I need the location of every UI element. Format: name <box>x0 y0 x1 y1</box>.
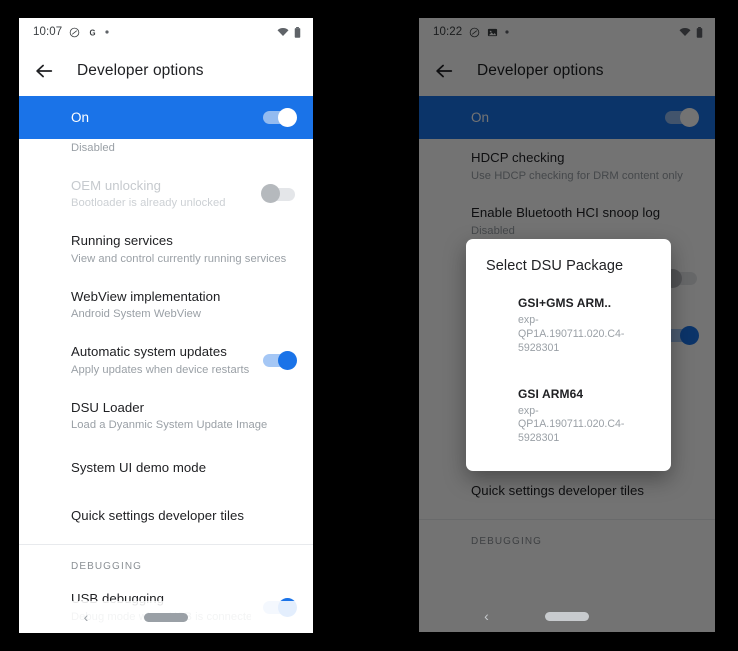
nav-home-pill[interactable] <box>144 612 188 622</box>
dialog-title: Select DSU Package <box>486 258 624 274</box>
list-item-quick-settings-developer-tiles[interactable]: Quick settings developer tiles <box>19 492 313 540</box>
list-item-title: System UI demo mode <box>71 460 207 476</box>
list-item-dsu-loader[interactable]: DSU Loader Load a Dyanmic System Update … <box>19 389 313 444</box>
google-g-icon: G <box>87 27 98 38</box>
svg-text:G: G <box>90 28 96 37</box>
developer-options-master-switch[interactable]: On <box>19 96 313 139</box>
list-item-subtitle: Apply updates when device restarts <box>71 363 250 376</box>
phone-screenshot-right: 10:22 <box>419 18 715 632</box>
dialog-option-gsi-arm64[interactable]: GSI ARM64 exp-QP1A.190711.020.C4-5928301 <box>466 377 671 456</box>
section-header-debugging: DEBUGGING <box>71 561 143 573</box>
status-bar-right-icons <box>277 26 301 38</box>
right-screen: 10:22 <box>419 18 715 632</box>
app-bar-left: Developer options <box>19 46 313 96</box>
list-item-title: Automatic system updates <box>71 344 227 360</box>
nav-back-icon[interactable]: ‹ <box>84 610 89 624</box>
back-arrow-icon[interactable] <box>33 60 55 82</box>
oem-unlocking-toggle[interactable] <box>261 184 295 204</box>
dialog-option-build: exp-QP1A.190711.020.C4-5928301 <box>518 404 625 445</box>
page-title: Developer options <box>77 62 204 79</box>
list-item-system-ui-demo-mode[interactable]: System UI demo mode <box>19 444 313 492</box>
navigation-bar-right: ‹ <box>419 600 715 632</box>
list-item-title: WebView implementation <box>71 288 221 304</box>
dot-icon <box>105 30 109 34</box>
list-item-subtitle: Bootloader is already unlocked <box>71 197 226 210</box>
select-dsu-package-dialog: Select DSU Package GSI+GMS ARM.. exp-QP1… <box>466 239 671 472</box>
dialog-option-build: exp-QP1A.190711.020.C4-5928301 <box>518 313 625 354</box>
list-item-title: Quick settings developer tiles <box>71 508 245 524</box>
list-item-subtitle: Load a Dyanmic System Update Image <box>71 419 268 432</box>
master-switch-label: On <box>71 110 90 125</box>
automatic-system-updates-toggle[interactable] <box>263 350 297 370</box>
list-item-title: Running services <box>71 233 173 249</box>
dialog-option-name: GSI ARM64 <box>518 386 584 401</box>
list-item-subtitle: Android System WebView <box>71 308 202 321</box>
list-item-title: DSU Loader <box>71 399 145 415</box>
do-not-disturb-icon <box>69 27 80 38</box>
status-bar-left-icons: 10:07 G <box>33 26 109 38</box>
battery-icon <box>294 26 301 38</box>
dialog-option-name: GSI+GMS ARM.. <box>518 296 612 310</box>
navigation-bar-left: ‹ <box>19 601 313 633</box>
wifi-icon <box>277 27 289 37</box>
list-item-running-services[interactable]: Running services View and control curren… <box>19 222 313 277</box>
list-item-subtitle: View and control currently running servi… <box>71 252 287 265</box>
list-item-title: OEM unlocking <box>71 177 162 193</box>
list-item-oem-unlocking[interactable]: OEM unlocking Bootloader is already unlo… <box>19 167 313 222</box>
status-bar-left: 10:07 G <box>19 18 313 46</box>
phone-screenshot-left: 10:07 G Developer options On Disabled OE… <box>19 18 313 633</box>
master-switch-toggle[interactable] <box>263 107 297 127</box>
status-time: 10:07 <box>33 26 63 38</box>
dialog-option-gsi-gms-arm[interactable]: GSI+GMS ARM.. exp-QP1A.190711.020.C4-592… <box>466 286 671 365</box>
left-screen: 10:07 G Developer options On Disabled OE… <box>19 18 313 633</box>
list-item-automatic-system-updates[interactable]: Automatic system updates Apply updates w… <box>19 333 313 388</box>
nav-back-icon[interactable]: ‹ <box>484 609 489 623</box>
settings-list-left: Disabled OEM unlocking Bootloader is alr… <box>19 139 313 633</box>
list-item-webview-implementation[interactable]: WebView implementation Android System We… <box>19 278 313 333</box>
list-item-partial-top[interactable]: Disabled <box>19 139 313 167</box>
list-item-subtitle: Disabled <box>71 142 115 154</box>
nav-home-pill[interactable] <box>545 611 589 621</box>
